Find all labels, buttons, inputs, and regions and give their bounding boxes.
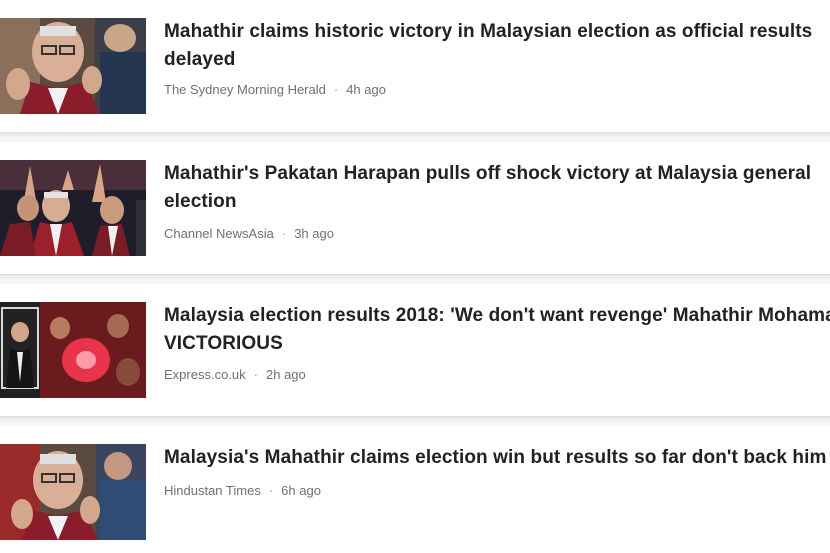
article-headline[interactable]: Malaysia election results 2018: 'We don'… (164, 302, 830, 358)
news-card[interactable]: Malaysia's Mahathir claims election win … (0, 426, 830, 553)
article-source[interactable]: The Sydney Morning Herald (164, 82, 326, 97)
news-feed: Mahathir claims historic victory in Mala… (0, 0, 830, 553)
mahathir-portrait-icon (0, 444, 146, 540)
article-thumbnail[interactable] (0, 302, 146, 398)
article-meta: Express.co.uk · 2h ago (164, 367, 306, 382)
article-time: 2h ago (266, 367, 306, 382)
mahathir-portrait-icon (0, 18, 146, 114)
article-headline[interactable]: Malaysia's Mahathir claims election win … (164, 444, 830, 472)
card-divider (0, 274, 830, 284)
article-meta: The Sydney Morning Herald · 4h ago (164, 82, 386, 97)
article-time: 6h ago (281, 483, 321, 498)
meta-separator: · (253, 367, 258, 382)
article-headline[interactable]: Mahathir claims historic victory in Mala… (164, 18, 830, 74)
card-divider (0, 416, 830, 426)
article-time: 4h ago (346, 82, 386, 97)
article-meta: Hindustan Times · 6h ago (164, 483, 321, 498)
article-time: 3h ago (294, 226, 334, 241)
article-meta: Channel NewsAsia · 3h ago (164, 226, 334, 241)
article-thumbnail[interactable] (0, 444, 146, 540)
meta-separator: · (268, 483, 274, 498)
news-card[interactable]: Mahathir claims historic victory in Mala… (0, 0, 830, 132)
raised-hands-victory-icon (0, 160, 146, 256)
card-divider (0, 132, 830, 142)
article-thumbnail[interactable] (0, 18, 146, 114)
news-card[interactable]: Mahathir's Pakatan Harapan pulls off sho… (0, 142, 830, 274)
article-source[interactable]: Channel NewsAsia (164, 226, 274, 241)
article-source[interactable]: Hindustan Times (164, 483, 261, 498)
news-card[interactable]: Malaysia election results 2018: 'We don'… (0, 284, 830, 416)
meta-separator: · (281, 226, 287, 241)
crowd-celebration-icon (0, 302, 146, 398)
article-headline[interactable]: Mahathir's Pakatan Harapan pulls off sho… (164, 160, 830, 216)
article-source[interactable]: Express.co.uk (164, 367, 246, 382)
article-thumbnail[interactable] (0, 160, 146, 256)
meta-separator: · (333, 82, 339, 97)
